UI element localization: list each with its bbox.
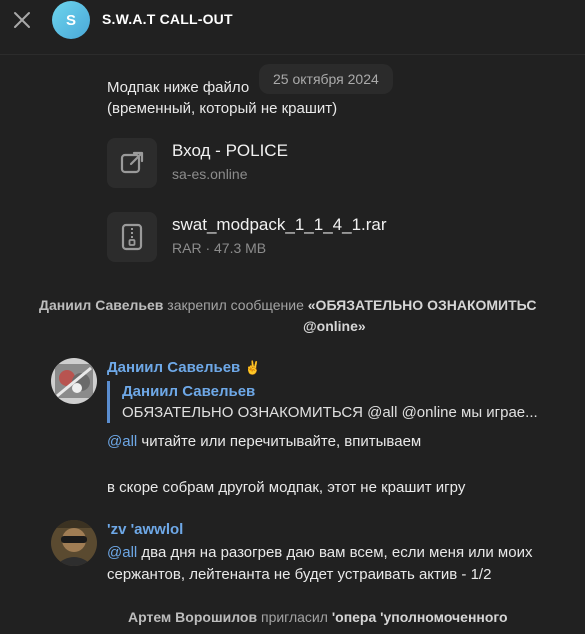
message-text-line: в скоре собрам другой модпак, этот не кр… — [107, 479, 466, 496]
reply-quote[interactable]: Даниил Савельев ОБЯЗАТЕЛЬНО ОЗНАКОМИТЬСЯ… — [107, 381, 547, 423]
file-name[interactable]: swat_modpack_1_1_4_1.rar — [172, 215, 387, 235]
sender-name[interactable]: Даниил Савельев ✌ — [107, 359, 261, 376]
mention-link[interactable]: @all — [107, 544, 137, 561]
avatar[interactable] — [51, 520, 97, 566]
message-text: два дня на разогрев даю вам всем, если м… — [137, 544, 533, 561]
message-text-line: сержантов, лейтенанта не будет устраиват… — [107, 566, 492, 583]
service-actor: Даниил Савельев — [39, 297, 164, 313]
service-quote: «ОБЯЗАТЕЛЬНО ОЗНАКОМИТЬС — [307, 297, 537, 313]
file-subtitle: RAR · 47.3 MB — [172, 240, 267, 256]
service-quote-cont: @online» — [303, 318, 366, 334]
chat-avatar[interactable]: S — [52, 1, 90, 39]
message-text-line: @all читайте или перечитывайте, впитывае… — [107, 431, 421, 452]
date-separator[interactable]: 25 октября 2024 — [259, 64, 393, 94]
service-action: пригласил — [257, 609, 332, 625]
file-name[interactable]: Вход - POLICE — [172, 141, 288, 161]
sender-name[interactable]: 'zv 'awwlol — [107, 521, 183, 538]
close-icon — [14, 12, 30, 28]
sender-name-text: Даниил Савельев — [107, 359, 241, 376]
file-attachment[interactable]: swat_modpack_1_1_4_1.rar RAR · 47.3 MB — [107, 212, 527, 264]
mention-link[interactable]: @all — [107, 433, 137, 450]
reply-text: ОБЯЗАТЕЛЬНО ОЗНАКОМИТЬСЯ @all @online мы… — [122, 404, 538, 421]
archive-icon[interactable] — [107, 212, 157, 262]
message-text: читайте или перечитывайте, впитываем — [137, 433, 422, 450]
message-text-line: Модпак ниже файло — [107, 79, 250, 96]
service-target: 'опера 'уполномоченного — [331, 609, 508, 625]
avatar[interactable] — [51, 358, 97, 404]
sender-badge-icon: ✌ — [244, 360, 261, 375]
chat-header: S S.W.A.T CALL-OUT — [0, 0, 585, 55]
avatar-letter: S — [65, 11, 76, 29]
file-subtitle: sa-es.online — [172, 166, 248, 182]
date-label: 25 октября 2024 — [273, 71, 379, 87]
external-link-icon[interactable] — [107, 138, 157, 188]
reply-author: Даниил Савельев — [122, 383, 256, 400]
close-button[interactable] — [8, 6, 36, 34]
link-attachment[interactable]: Вход - POLICE sa-es.online — [107, 138, 527, 190]
message-text-line: @all два дня на разогрев даю вам всем, е… — [107, 542, 532, 563]
service-action: закрепил сообщение — [163, 297, 308, 313]
invite-service-message[interactable]: Артем Ворошилов пригласил 'опера 'уполно… — [128, 609, 508, 625]
message-text-line: (временный, который не крашит) — [107, 100, 338, 117]
service-actor: Артем Ворошилов — [128, 609, 258, 625]
chat-title[interactable]: S.W.A.T CALL-OUT — [102, 11, 233, 27]
pinned-service-message-line2[interactable]: @online» — [303, 318, 366, 334]
pinned-service-message[interactable]: Даниил Савельев закрепил сообщение «ОБЯЗ… — [39, 297, 536, 313]
